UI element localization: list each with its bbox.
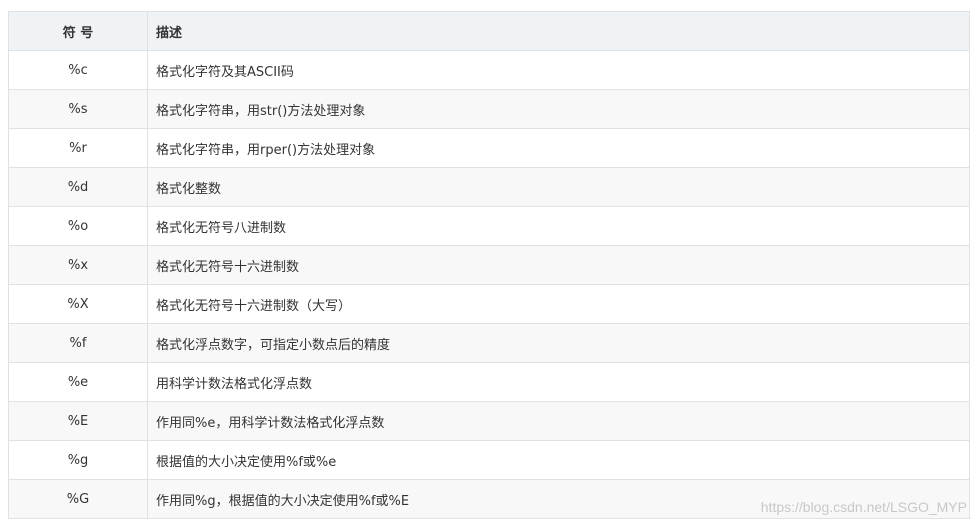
- row-description: 格式化字符串，用rper()方法处理对象: [147, 128, 970, 168]
- table-row: %c 格式化字符及其ASCII码: [8, 50, 970, 90]
- table-row: %X 格式化无符号十六进制数（大写）: [8, 284, 970, 324]
- row-symbol: %r: [8, 128, 148, 168]
- row-description: 格式化整数: [147, 167, 970, 207]
- row-symbol: %o: [8, 206, 148, 246]
- row-symbol: %d: [8, 167, 148, 207]
- row-symbol: %x: [8, 245, 148, 285]
- row-symbol: %c: [8, 50, 148, 90]
- row-symbol: %s: [8, 89, 148, 129]
- table-row: %s 格式化字符串，用str()方法处理对象: [8, 89, 970, 129]
- watermark: https://blog.csdn.net/LSGO_MYP: [760, 499, 967, 515]
- table-row: %x 格式化无符号十六进制数: [8, 245, 970, 285]
- table-header: 符 号 描述: [8, 11, 970, 51]
- table-row: %E 作用同%e，用科学计数法格式化浮点数: [8, 401, 970, 441]
- row-description: 格式化无符号八进制数: [147, 206, 970, 246]
- row-description: 根据值的大小决定使用%f或%e: [147, 440, 970, 480]
- table-row: %g 根据值的大小决定使用%f或%e: [8, 440, 970, 480]
- table-row: %o 格式化无符号八进制数: [8, 206, 970, 246]
- format-symbol-table: 符 号 描述 %c 格式化字符及其ASCII码 %s 格式化字符串，用str()…: [8, 11, 970, 519]
- row-description: 格式化字符串，用str()方法处理对象: [147, 89, 970, 129]
- row-description: 格式化无符号十六进制数: [147, 245, 970, 285]
- row-symbol: %X: [8, 284, 148, 324]
- row-description: 格式化浮点数字，可指定小数点后的精度: [147, 323, 970, 363]
- row-symbol: %g: [8, 440, 148, 480]
- table-row: %f 格式化浮点数字，可指定小数点后的精度: [8, 323, 970, 363]
- header-description: 描述: [147, 11, 970, 51]
- table-header-row: 符 号 描述: [8, 11, 970, 51]
- row-description: 作用同%e，用科学计数法格式化浮点数: [147, 401, 970, 441]
- row-description: 用科学计数法格式化浮点数: [147, 362, 970, 402]
- table-body: %c 格式化字符及其ASCII码 %s 格式化字符串，用str()方法处理对象 …: [8, 50, 970, 519]
- table-row: %e 用科学计数法格式化浮点数: [8, 362, 970, 402]
- row-symbol: %e: [8, 362, 148, 402]
- row-description: 格式化无符号十六进制数（大写）: [147, 284, 970, 324]
- header-symbol: 符 号: [8, 11, 148, 51]
- table-row: %r 格式化字符串，用rper()方法处理对象: [8, 128, 970, 168]
- table-row: %d 格式化整数: [8, 167, 970, 207]
- row-symbol: %f: [8, 323, 148, 363]
- row-symbol: %E: [8, 401, 148, 441]
- row-description: 格式化字符及其ASCII码: [147, 50, 970, 90]
- row-symbol: %G: [8, 479, 148, 519]
